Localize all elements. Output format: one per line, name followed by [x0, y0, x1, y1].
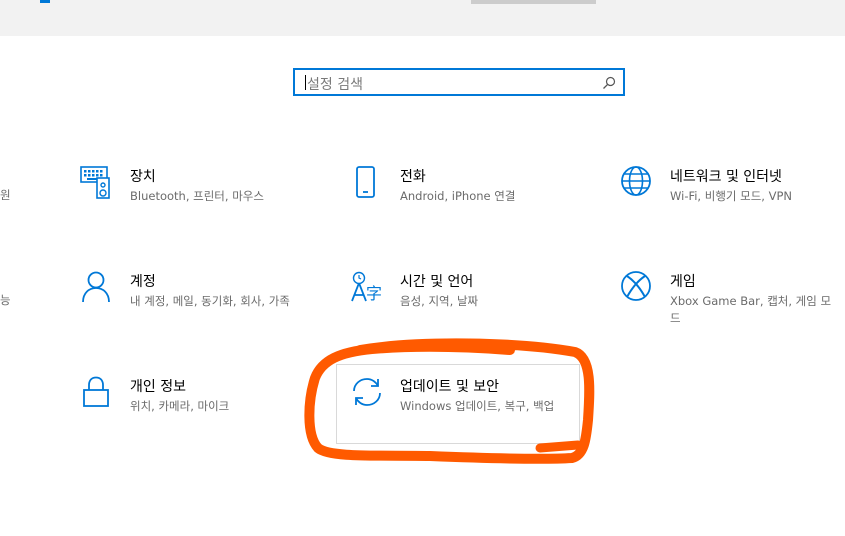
tile-description: 음성, 지역, 날짜 — [400, 294, 479, 308]
tile-description: Wi-Fi, 비행기 모드, VPN — [670, 189, 793, 203]
search-input[interactable]: 설정 검색 — [293, 68, 625, 96]
globe-icon — [621, 166, 651, 196]
phone-icon — [356, 166, 375, 198]
tile-phone[interactable]: 전화 Android, iPhone 연결 — [350, 166, 590, 236]
tile-title: 장치 — [130, 169, 156, 185]
xbox-icon — [621, 271, 651, 301]
tile-title: 시간 및 언어 — [400, 274, 474, 290]
tile-title: 전화 — [400, 169, 426, 185]
tile-network[interactable]: 네트워크 및 인터넷 Wi-Fi, 비행기 모드, VPN — [620, 166, 845, 236]
time-language-icon: 字 — [351, 271, 382, 303]
tile-description: Android, iPhone 연결 — [400, 189, 516, 203]
back-indicator — [40, 0, 50, 3]
tile-time-language[interactable]: 字 시간 및 언어 음성, 지역, 날짜 — [350, 271, 590, 341]
tile-privacy[interactable]: 개인 정보 위치, 카메라, 마이크 — [80, 376, 320, 446]
tile-gaming[interactable]: 게임 Xbox Game Bar, 캡처, 게임 모드 — [620, 271, 845, 341]
partial-tile-desc: 원 — [0, 188, 11, 202]
top-scroll-hint — [471, 0, 596, 4]
tile-description: 위치, 카메라, 마이크 — [130, 399, 230, 413]
devices-icon — [80, 166, 110, 199]
sync-icon — [353, 378, 381, 406]
partial-tile-desc: 능 — [0, 293, 11, 307]
search-icon[interactable] — [601, 75, 617, 91]
tile-description: 내 계정, 메일, 동기화, 회사, 가족 — [130, 294, 290, 308]
tile-title: 개인 정보 — [130, 379, 186, 395]
person-icon — [82, 271, 110, 303]
svg-text:字: 字 — [366, 284, 382, 303]
title-bar — [0, 0, 845, 36]
tile-accounts[interactable]: 계정 내 계정, 메일, 동기화, 회사, 가족 — [80, 271, 320, 341]
tile-devices[interactable]: 장치 Bluetooth, 프린터, 마우스 — [80, 166, 320, 236]
tile-title: 업데이트 및 보안 — [400, 379, 500, 395]
tile-title: 계정 — [130, 274, 156, 290]
search-placeholder: 설정 검색 — [307, 77, 363, 93]
tile-description: Windows 업데이트, 복구, 백업 — [400, 399, 555, 413]
tile-description: Bluetooth, 프린터, 마우스 — [130, 189, 264, 203]
lock-icon — [83, 376, 109, 407]
tile-title: 네트워크 및 인터넷 — [670, 169, 782, 185]
tile-description: Xbox Game Bar, 캡처, 게임 모드 — [670, 294, 832, 325]
tile-title: 게임 — [670, 274, 696, 290]
text-caret — [305, 75, 306, 90]
tile-update-security[interactable]: 업데이트 및 보안 Windows 업데이트, 복구, 백업 — [350, 376, 590, 446]
